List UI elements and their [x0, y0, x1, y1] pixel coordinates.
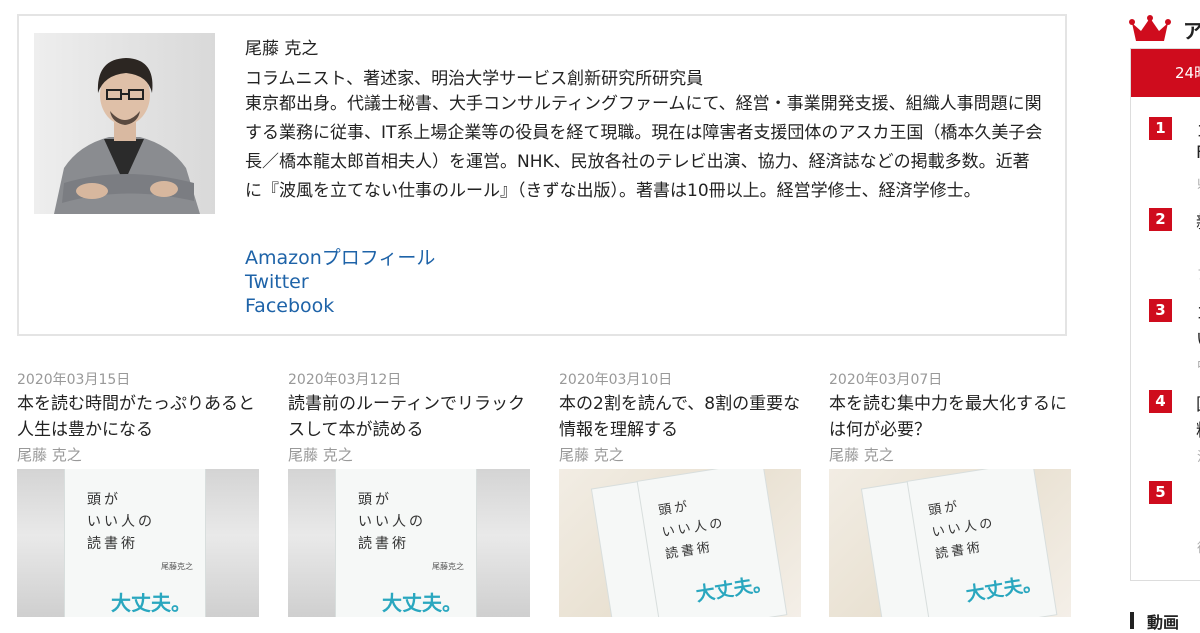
- article-card[interactable]: 2020年03月10日 本の2割を読んで、8割の重要な情報を理解する 尾藤 克之…: [559, 369, 801, 617]
- rank-title-line[interactable]: F: [1196, 143, 1200, 163]
- book-cover-image: 頭が いい人の 読書術 大丈夫。: [907, 469, 1057, 617]
- rank-title-line[interactable]: 粉: [1196, 416, 1200, 441]
- author-role: コラムニスト、著述家、明治大学サービス創新研究所研究員: [245, 69, 704, 89]
- heading-bar: [1130, 612, 1134, 629]
- rank-title-line[interactable]: 新: [1196, 208, 1200, 233]
- article-author[interactable]: 尾藤 克之: [17, 444, 259, 466]
- article-card[interactable]: 2020年03月07日 本を読む集中力を最大化するには何が必要？ 尾藤 克之 頭…: [829, 369, 1071, 617]
- author-profile-card: 尾藤 克之 コラムニスト、著述家、明治大学サービス創新研究所研究員 東京都出身。…: [17, 14, 1067, 336]
- article-card[interactable]: 2020年03月12日 読書前のルーティンでリラックスして本が読める 尾藤 克之…: [288, 369, 530, 617]
- facebook-link[interactable]: Facebook: [245, 294, 435, 318]
- author-links: Amazonプロフィール Twitter Facebook: [245, 246, 435, 318]
- book-cover-image: 頭が いい人の 読書術 大丈夫。 尾藤克之: [336, 469, 476, 617]
- book-band-text: 大丈夫。: [382, 593, 462, 615]
- crown-icon: [1129, 15, 1171, 41]
- author-photo: [34, 33, 215, 214]
- ranking-title: ア: [1183, 19, 1200, 43]
- rank-number: 5: [1149, 481, 1172, 504]
- book-author-text: 尾藤克之: [161, 562, 193, 571]
- article-date: 2020年03月15日: [17, 372, 131, 388]
- article-date: 2020年03月10日: [559, 372, 673, 388]
- amazon-profile-link[interactable]: Amazonプロフィール: [245, 246, 435, 270]
- rank-title-line[interactable]: い: [1196, 325, 1200, 350]
- video-section-heading: 動画: [1130, 609, 1200, 632]
- article-title[interactable]: 本の2割を読んで、8割の重要な情報を理解する: [559, 391, 801, 443]
- rank-title-line[interactable]: コ: [1196, 299, 1200, 324]
- video-title: 動画: [1147, 613, 1180, 632]
- article-date: 2020年03月12日: [288, 372, 402, 388]
- article-card[interactable]: 2020年03月15日 本を読む時間がたっぷりあると人生は豊かになる 尾藤 克之…: [17, 369, 259, 617]
- book-title-text: 頭が いい人の 読書術: [87, 492, 155, 552]
- rank-title-line[interactable]: コ: [1196, 117, 1200, 142]
- ranking-tab-24h[interactable]: 24時: [1131, 49, 1200, 97]
- article-author[interactable]: 尾藤 克之: [559, 444, 801, 466]
- book-cover-image: 頭が いい人の 読書術 大丈夫。: [637, 469, 787, 617]
- book-title-text: 頭が いい人の 読書術: [358, 492, 426, 552]
- article-thumbnail[interactable]: 頭が いい人の 読書術 大丈夫。: [559, 469, 801, 617]
- ranking-header: ア: [1129, 11, 1200, 51]
- book-band-text: 大丈夫。: [694, 573, 773, 606]
- rank-number: 4: [1149, 390, 1172, 413]
- author-bio: 東京都出身。代議士秘書、大手コンサルティングファームにて、経営・事業開発支援、組…: [245, 94, 1043, 201]
- book-title-text: 頭が いい人の 読書術: [927, 498, 997, 563]
- book-title-text: 頭が いい人の 読書術: [657, 498, 727, 563]
- article-title[interactable]: 読書前のルーティンでリラックスして本が読める: [288, 391, 530, 443]
- article-thumbnail[interactable]: 頭が いい人の 読書術 大丈夫。 尾藤克之: [288, 469, 530, 617]
- ranking-panel: 24時 1 コ F 県 2 新 ア 3 コ い 中 4 国 粉 江 5 德: [1130, 48, 1200, 581]
- author-name: 尾藤 克之: [245, 39, 319, 59]
- twitter-link[interactable]: Twitter: [245, 270, 435, 294]
- article-author[interactable]: 尾藤 克之: [288, 444, 530, 466]
- article-thumbnail[interactable]: 頭が いい人の 読書術 大丈夫。 尾藤克之: [17, 469, 259, 617]
- rank-title-line[interactable]: 国: [1196, 390, 1200, 415]
- article-date: 2020年03月07日: [829, 372, 943, 388]
- rank-number: 2: [1149, 208, 1172, 231]
- book-cover-image: 頭が いい人の 読書術 大丈夫。 尾藤克之: [65, 469, 205, 617]
- article-title[interactable]: 本を読む集中力を最大化するには何が必要？: [829, 391, 1071, 443]
- book-band-text: 大丈夫。: [964, 573, 1043, 606]
- article-thumbnail[interactable]: 頭が いい人の 読書術 大丈夫。: [829, 469, 1071, 617]
- rank-number: 1: [1149, 117, 1172, 140]
- book-author-text: 尾藤克之: [432, 562, 464, 571]
- book-band-text: 大丈夫。: [111, 593, 191, 615]
- rank-number: 3: [1149, 299, 1172, 322]
- related-articles: 2020年03月15日 本を読む時間がたっぷりあると人生は豊かになる 尾藤 克之…: [17, 369, 1077, 619]
- article-title[interactable]: 本を読む時間がたっぷりあると人生は豊かになる: [17, 391, 259, 443]
- article-author[interactable]: 尾藤 克之: [829, 444, 1071, 466]
